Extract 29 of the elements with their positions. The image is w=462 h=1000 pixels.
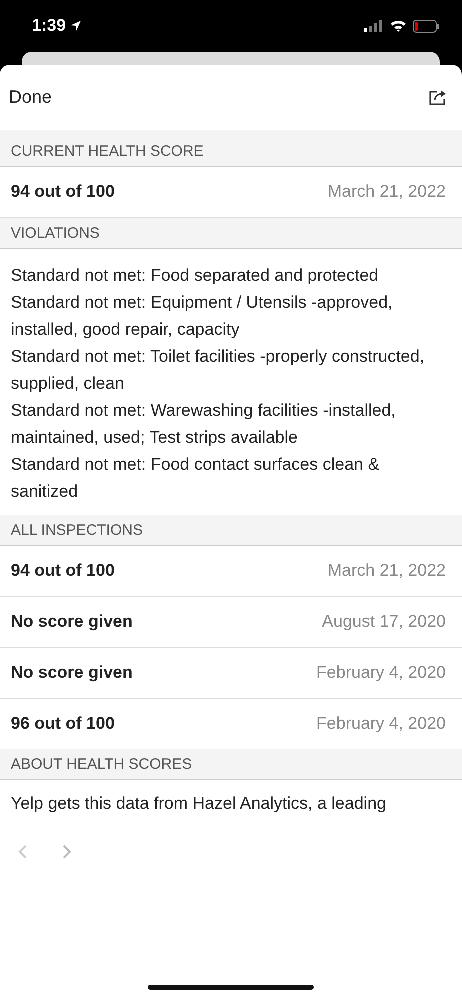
violation-text: Standard not met: Food contact surfaces clean & sanitized	[11, 454, 381, 503]
forward-arrow-icon[interactable]	[62, 844, 72, 860]
done-button[interactable]: Done	[9, 87, 52, 108]
section-header: ABOUT HEALTH SCORES	[0, 749, 462, 780]
violation-text: Standard not met: Toilet facilities -properly constructed, supplied, clean	[11, 346, 426, 395]
inspection-date: March 21, 2022	[328, 182, 446, 202]
location-arrow-icon	[70, 20, 82, 32]
inspection-score: 96 out of 100	[11, 714, 115, 734]
inspection-score: No score given	[11, 663, 133, 683]
health-score: 94 out of 100	[11, 182, 115, 202]
inspection-date: February 4, 2020	[316, 714, 446, 734]
violation-text: Standard not met: Food separated and protected	[11, 265, 380, 287]
signal-icon	[364, 20, 384, 32]
about-text: Yelp gets this data from Hazel Analytics, a leading	[10, 793, 388, 815]
inspection-score: 94 out of 100	[11, 561, 115, 581]
clock-time: 1:39	[32, 16, 66, 36]
violation-text: Standard not met: Warewashing facilities -installed, maintained, used; Test strips available	[11, 400, 397, 449]
battery-icon	[413, 20, 440, 32]
share-icon[interactable]	[429, 89, 448, 106]
inspection-date: March 21, 2022	[328, 561, 446, 581]
inspection-date: February 4, 2020	[316, 663, 446, 683]
violation-text: Standard not met: Equipment / Utensils -approved, installed, good repair, capacity	[11, 292, 394, 341]
inspection-score: No score given	[11, 612, 133, 632]
wifi-icon	[390, 20, 407, 32]
back-arrow-icon[interactable]	[18, 844, 28, 860]
section-header: ALL INSPECTIONS	[0, 515, 462, 546]
section-header: VIOLATIONS	[0, 218, 462, 249]
section-header: CURRENT HEALTH SCORE	[0, 130, 462, 167]
inspection-date: August 17, 2020	[322, 612, 446, 632]
